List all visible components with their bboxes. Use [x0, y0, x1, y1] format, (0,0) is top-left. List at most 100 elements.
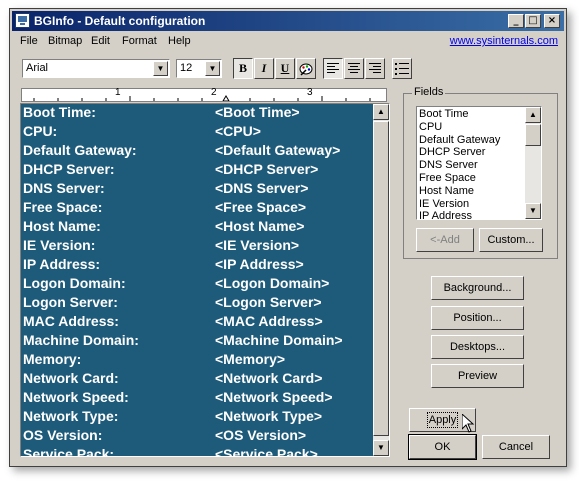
list-item[interactable]: DNS Server — [419, 159, 523, 172]
list-item[interactable]: Host Name — [419, 185, 523, 198]
color-palette-icon — [299, 63, 313, 76]
app-icon — [15, 13, 30, 28]
scroll-thumb[interactable] — [525, 124, 541, 146]
row-label: Logon Server: — [23, 294, 118, 310]
fields-group: Fields Boot Time CPU Default Gateway DHC… — [403, 86, 558, 259]
scroll-up-icon[interactable]: ▲ — [525, 107, 541, 123]
row-value: <IP Address> — [215, 256, 304, 272]
size-dropdown-icon[interactable]: ▼ — [205, 61, 220, 76]
row-value: <Logon Domain> — [215, 275, 330, 291]
editor-row: DNS Server: <DNS Server> — [23, 180, 373, 199]
row-label: Free Space: — [23, 199, 103, 215]
bullet-list-icon — [395, 63, 409, 75]
editor-row: MAC Address: <MAC Address> — [23, 313, 373, 332]
editor-row: IE Version: <IE Version> — [23, 237, 373, 256]
text-editor[interactable]: Boot Time: <Boot Time> CPU: <CPU> Default … — [20, 103, 390, 457]
bold-button[interactable]: B — [233, 58, 253, 79]
row-value: <Network Type> — [215, 408, 323, 424]
editor-row: OS Version: <OS Version> — [23, 427, 373, 446]
font-dropdown-icon[interactable]: ▼ — [153, 61, 168, 76]
scroll-down-icon[interactable]: ▼ — [373, 440, 389, 456]
custom-button[interactable]: Custom... — [479, 228, 543, 252]
cancel-button[interactable]: Cancel — [482, 435, 550, 459]
align-right-icon — [369, 63, 381, 73]
row-label: Default Gateway: — [23, 142, 137, 158]
row-value: <OS Version> — [215, 427, 307, 443]
sysinternals-link[interactable]: www.sysinternals.com — [450, 35, 558, 47]
ok-button[interactable]: OK — [408, 434, 477, 460]
row-value: <Default Gateway> — [215, 142, 341, 158]
desktops-button[interactable]: Desktops... — [431, 335, 524, 359]
scroll-down-icon[interactable]: ▼ — [525, 203, 541, 219]
underline-button[interactable]: U — [275, 58, 295, 79]
list-item[interactable]: IP Address — [419, 210, 523, 219]
color-picker-button[interactable] — [296, 58, 316, 79]
row-label: Machine Domain: — [23, 332, 139, 348]
row-label: Memory: — [23, 351, 82, 367]
align-center-button[interactable] — [344, 58, 364, 79]
close-button[interactable]: × — [544, 14, 560, 28]
add-field-button[interactable]: <-Add — [416, 228, 474, 252]
ruler-ticks — [33, 95, 371, 101]
background-button[interactable]: Background... — [431, 276, 524, 300]
row-value: <Memory> — [215, 351, 286, 367]
menu-help[interactable]: Help — [168, 35, 191, 47]
row-value: <Service Pack> — [215, 446, 318, 456]
bullets-button[interactable] — [392, 58, 412, 79]
row-value: <Host Name> — [215, 218, 305, 234]
row-label: IE Version: — [23, 237, 96, 253]
row-label: IP Address: — [23, 256, 101, 272]
fields-list[interactable]: Boot Time CPU Default Gateway DHCP Serve… — [416, 106, 542, 220]
list-item[interactable]: IE Version — [419, 198, 523, 211]
row-label: Boot Time: — [23, 104, 96, 120]
row-label: DNS Server: — [23, 180, 105, 196]
scroll-up-icon[interactable]: ▲ — [373, 104, 389, 120]
fields-scrollbar[interactable]: ▲ ▼ — [525, 107, 541, 219]
row-label: MAC Address: — [23, 313, 119, 329]
row-label: Network Speed: — [23, 389, 129, 405]
list-item[interactable]: DHCP Server — [419, 146, 523, 159]
maximize-button[interactable]: □ — [525, 14, 541, 28]
italic-button[interactable]: I — [254, 58, 274, 79]
preview-button[interactable]: Preview — [431, 364, 524, 388]
list-item[interactable]: CPU — [419, 121, 523, 134]
align-right-button[interactable] — [365, 58, 385, 79]
row-value: <Free Space> — [215, 199, 307, 215]
font-size-combo[interactable]: 12 ▼ — [176, 59, 222, 78]
editor-scrollbar[interactable]: ▲ ▼ — [373, 104, 389, 456]
editor-row: Boot Time: <Boot Time> — [23, 104, 373, 123]
row-value: <Logon Server> — [215, 294, 322, 310]
align-center-icon — [348, 63, 360, 73]
menu-bitmap[interactable]: Bitmap — [48, 35, 82, 47]
font-combo[interactable]: Arial ▼ — [22, 59, 170, 78]
ruler-label-3: 3 — [307, 87, 313, 98]
menu-format[interactable]: Format — [122, 35, 157, 47]
align-left-icon — [327, 63, 339, 73]
align-left-button[interactable] — [323, 58, 343, 79]
editor-row: Network Type: <Network Type> — [23, 408, 373, 427]
position-button[interactable]: Position... — [431, 306, 524, 330]
editor-row: Host Name: <Host Name> — [23, 218, 373, 237]
row-value: <MAC Address> — [215, 313, 323, 329]
ruler-label-1: 1 — [115, 87, 121, 98]
list-item[interactable]: Free Space — [419, 172, 523, 185]
editor-row: Logon Domain: <Logon Domain> — [23, 275, 373, 294]
menu-file[interactable]: File — [20, 35, 38, 47]
scroll-thumb[interactable] — [373, 121, 389, 436]
formatting-toolbar: Arial ▼ 12 ▼ B I U — [12, 53, 564, 81]
fields-legend: Fields — [412, 86, 446, 98]
row-label: Network Type: — [23, 408, 119, 424]
mouse-cursor-icon — [462, 414, 475, 433]
row-value: <Network Speed> — [215, 389, 333, 405]
row-label: Service Pack: — [23, 446, 115, 456]
list-item[interactable]: Boot Time — [419, 108, 523, 121]
editor-row: Memory: <Memory> — [23, 351, 373, 370]
minimize-button[interactable]: _ — [508, 14, 524, 28]
row-value: <Machine Domain> — [215, 332, 343, 348]
editor-row: Default Gateway: <Default Gateway> — [23, 142, 373, 161]
row-label: OS Version: — [23, 427, 103, 443]
editor-content[interactable]: Boot Time: <Boot Time> CPU: <CPU> Default … — [21, 104, 373, 456]
list-item[interactable]: Default Gateway — [419, 134, 523, 147]
menu-edit[interactable]: Edit — [91, 35, 110, 47]
row-label: CPU: — [23, 123, 58, 139]
